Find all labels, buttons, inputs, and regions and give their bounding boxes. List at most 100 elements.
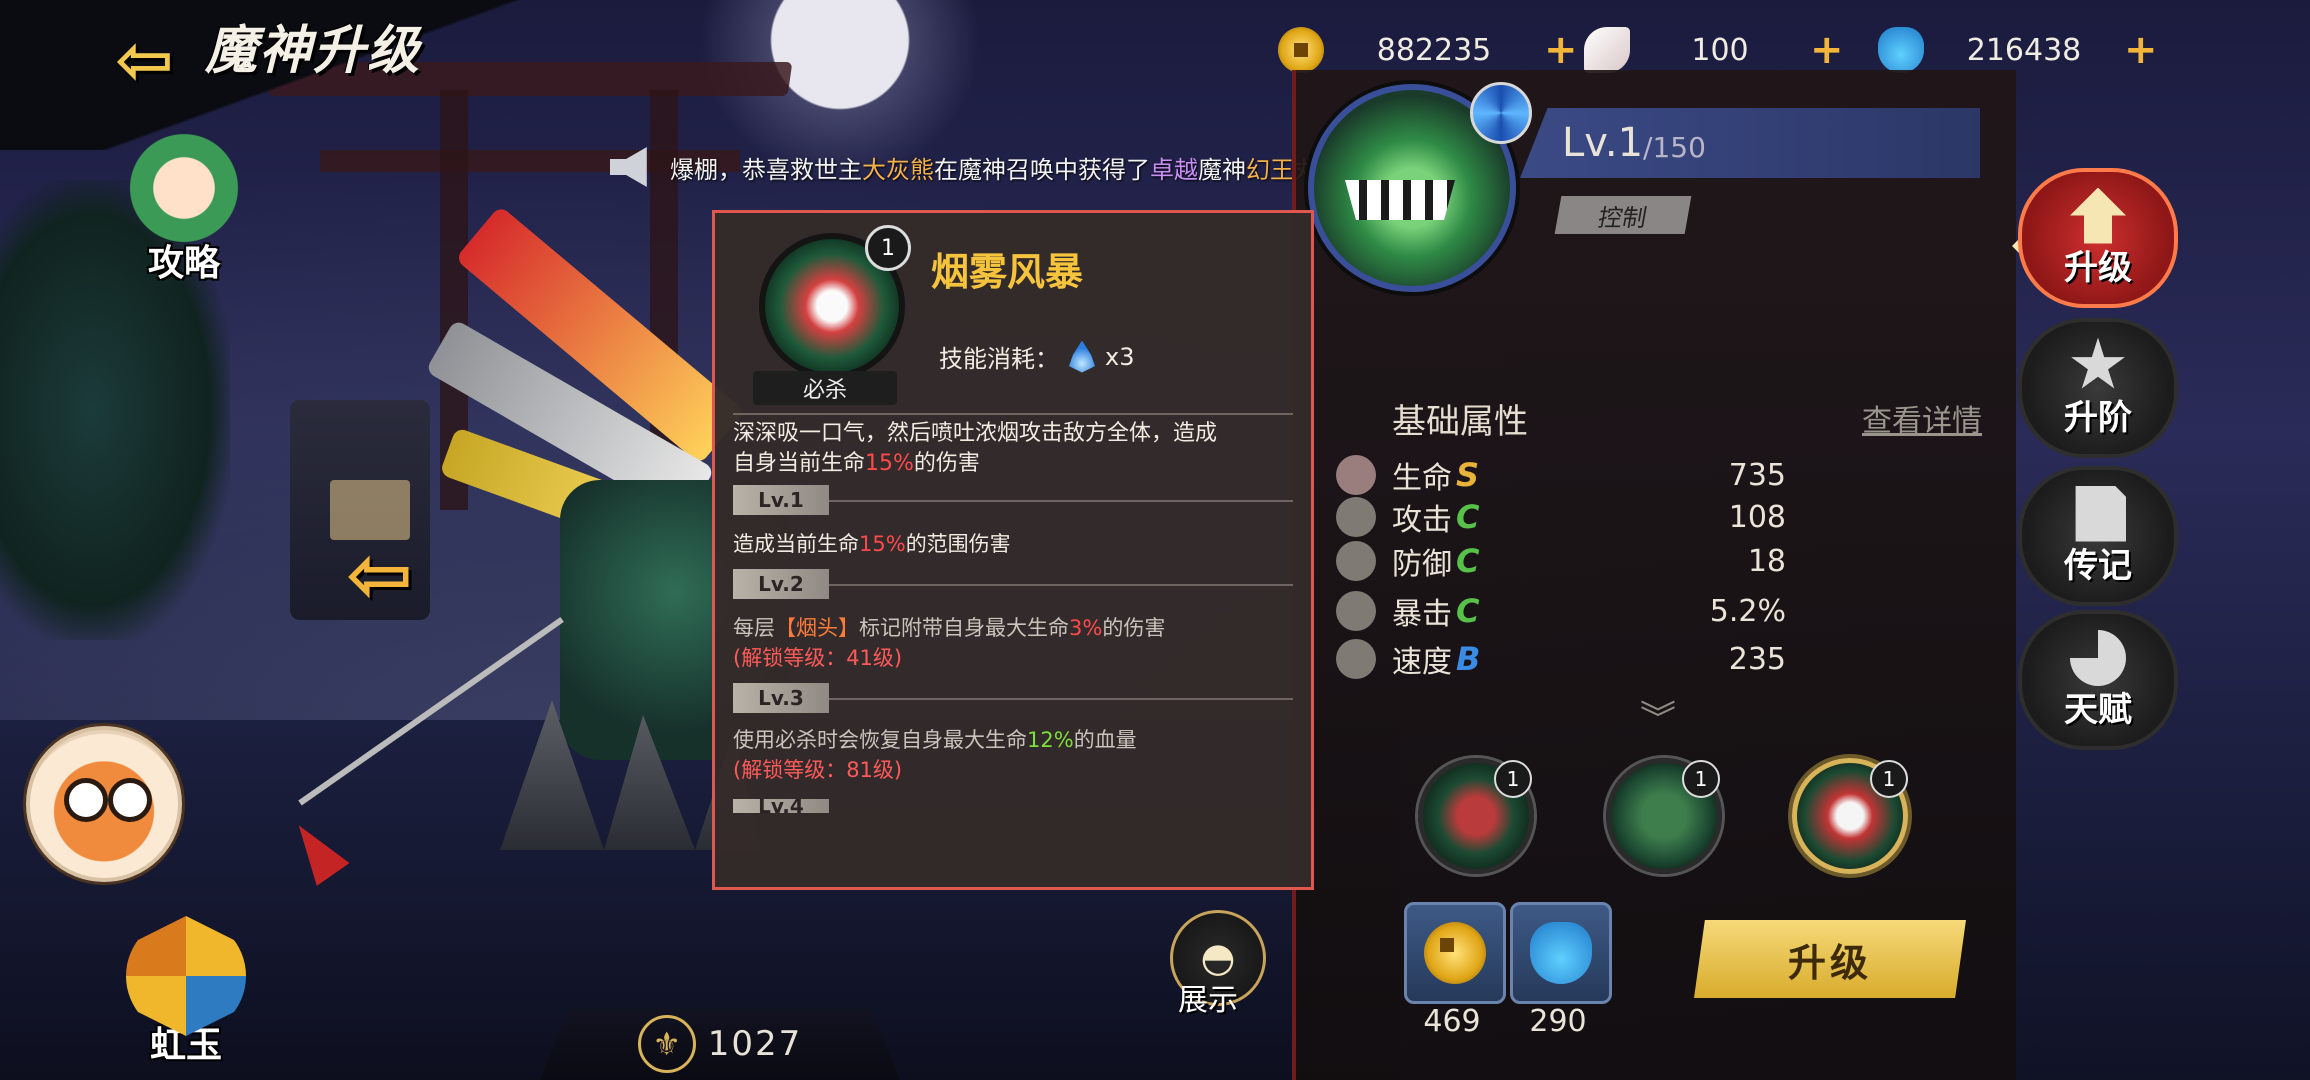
effect-tag: 【烟头】 [775, 616, 859, 640]
power-icon: ⚜ [637, 1015, 696, 1073]
resource-value: 216438 [1966, 32, 2082, 68]
page-title: 魔神升级 [205, 21, 422, 81]
guide-button[interactable]: 攻略 [124, 134, 244, 286]
jade-icon [126, 916, 246, 1036]
tab-biography[interactable]: 传记 [2018, 466, 2178, 606]
stat-name: 暴击 [1392, 597, 1452, 632]
stat-value: 108 [1728, 499, 1786, 535]
material-count: 469 [1423, 1004, 1481, 1039]
divider [829, 698, 1293, 700]
stat-grade: C [1456, 592, 1480, 630]
add-potions-button[interactable]: + [2124, 27, 2158, 73]
stat-speed: 速度 B 235 [1336, 636, 1786, 682]
notice-rarity: 卓越 [1150, 155, 1198, 184]
cost-label: 技能消耗： [939, 345, 1059, 373]
stat-value: 235 [1728, 641, 1786, 677]
tab-talent[interactable]: 天赋 [2018, 610, 2178, 750]
owl-avatar-button[interactable] [26, 726, 182, 882]
level-effect: 造成当前生命15%的范围伤害 [733, 529, 1293, 559]
skill-level-badge: 1 [865, 225, 911, 271]
view-details-link[interactable]: 查看详情 [1862, 396, 1982, 440]
add-coins-button[interactable]: + [1544, 27, 1578, 73]
star-burst-icon [1336, 591, 1376, 631]
desc-text: 自身当前生命 [733, 451, 866, 476]
back-button[interactable]: ⇦ [115, 25, 174, 95]
unlock-requirement: (解锁等级：81级) [733, 758, 903, 782]
show-label: 展示 [1178, 983, 1238, 1018]
level-chip: Lv.1 [733, 485, 829, 515]
level-chip: Lv.2 [733, 569, 829, 599]
effect-text: 的血量 [1073, 728, 1137, 752]
notice-text: 爆棚，恭喜救世主 [670, 155, 862, 184]
notice-text: 在魔神召唤中获得了 [934, 155, 1150, 184]
skill-detail-popup: 1 必杀 烟雾风暴 技能消耗： x3 深深吸一口气，然后喷吐浓烟攻击敌方全体，造… [712, 210, 1314, 890]
skill-name: 烟雾风暴 [931, 250, 1084, 294]
material-slot-coin[interactable] [1404, 902, 1506, 1004]
resource-value: 100 [1691, 32, 1749, 68]
tab-label: 升级 [2064, 247, 2132, 288]
element-type-icon [1470, 82, 1532, 144]
coin-icon [1278, 27, 1324, 73]
stat-name: 防御 [1392, 547, 1452, 582]
effect-text: 每层 [733, 616, 775, 640]
skill-level-badge: 1 [1494, 760, 1532, 798]
potion-icon [1878, 27, 1924, 73]
effect-text: 使用必杀时会恢复自身最大生命 [733, 728, 1027, 752]
skill-cost: 技能消耗： x3 [939, 339, 1134, 374]
level-chip-clip: Lv.4 [733, 799, 829, 813]
expand-chevron-icon[interactable]: ︾ [1640, 690, 1676, 742]
boot-icon [1336, 639, 1376, 679]
combat-power: ⚜ 1027 [540, 1008, 900, 1080]
level-bar: Lv.1/150 [1520, 108, 1980, 178]
tab-label: 升阶 [2064, 397, 2132, 438]
notice-player: 大灰熊 [862, 155, 934, 184]
stat-name: 速度 [1392, 645, 1452, 680]
stat-attack: 攻击 C 108 [1336, 494, 1786, 540]
effect-text: 标记附带自身最大生命 [859, 616, 1069, 640]
skill-level-badge: 1 [1870, 760, 1908, 798]
owl-eye [108, 778, 152, 822]
notice-text: 魔神 [1198, 155, 1246, 184]
owl-eye [64, 778, 108, 822]
tab-upgrade[interactable]: 升级 [2018, 168, 2178, 308]
stat-value: 735 [1728, 457, 1786, 493]
effect-text: 的范围伤害 [905, 532, 1011, 556]
stat-name: 生命 [1392, 461, 1452, 496]
upgrade-button[interactable]: 升级 [1694, 920, 1966, 998]
blue-flame-icon [1069, 340, 1095, 373]
stat-grade: S [1456, 456, 1480, 494]
level-effect: 使用必杀时会恢复自身最大生命12%的血量 (解锁等级：81级) [733, 725, 1293, 785]
desc-percent: 15% [865, 451, 914, 476]
potion-icon [1530, 922, 1592, 984]
divider [829, 500, 1293, 502]
add-feathers-button[interactable]: + [1810, 27, 1844, 73]
effect-percent: 15% [859, 532, 906, 556]
stat-grade: B [1456, 640, 1481, 678]
document-icon [2075, 485, 2126, 542]
effect-percent: 12% [1027, 728, 1074, 752]
level-chip: Lv.4 [733, 799, 829, 813]
role-tag: 控制 [1554, 196, 1692, 234]
tab-label: 天赋 [2064, 689, 2132, 730]
material-slot-potion[interactable] [1510, 902, 1612, 1004]
heart-icon [1336, 455, 1376, 495]
previous-unit-arrow[interactable]: ⇦ [346, 528, 413, 621]
portrait-teeth [1345, 180, 1455, 220]
resource-value: 882235 [1376, 32, 1492, 68]
jade-button[interactable]: 虹玉 [126, 916, 246, 1068]
desc-text: 深深吸一口气，然后喷吐浓烟攻击敌方全体，造成 [733, 421, 1218, 446]
swirl-icon [2070, 629, 2126, 686]
unlock-requirement: (解锁等级：41级) [733, 646, 903, 670]
shield-icon [1336, 541, 1376, 581]
stat-grade: C [1456, 542, 1480, 580]
tab-ascend[interactable]: 升阶 [2018, 318, 2178, 458]
current-level: Lv.1 [1562, 120, 1644, 166]
stat-value: 5.2% [1709, 593, 1786, 629]
stat-grade: C [1456, 498, 1480, 536]
star-icon [2071, 337, 2125, 389]
stat-crit: 暴击 C 5.2% [1336, 588, 1786, 634]
arrow-up-icon [2070, 187, 2126, 244]
effect-text: 造成当前生命 [733, 532, 859, 556]
divider [829, 584, 1293, 586]
effect-text: 的伤害 [1102, 616, 1166, 640]
